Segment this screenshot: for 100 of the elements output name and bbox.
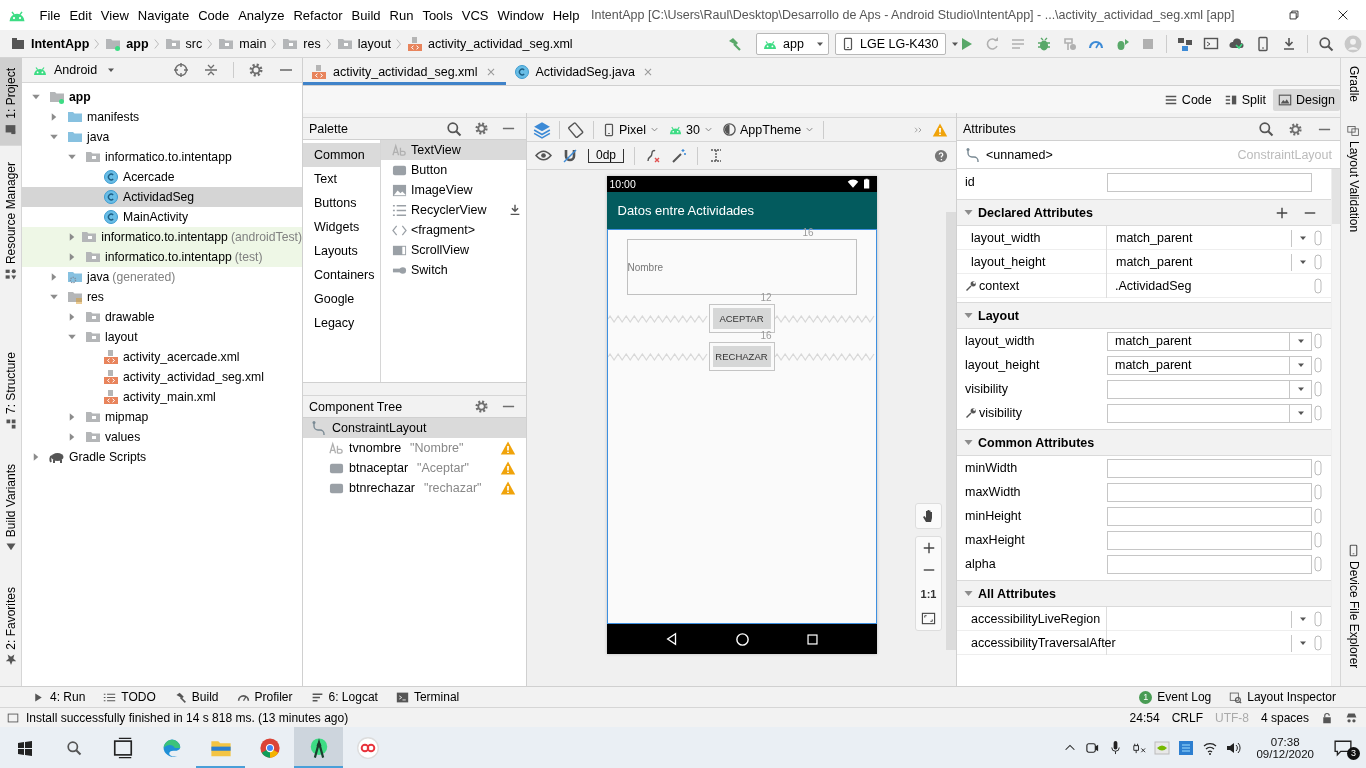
- menu-item[interactable]: Tools: [417, 3, 458, 27]
- value-dropdown[interactable]: match_parent: [1107, 226, 1313, 250]
- dropdown[interactable]: [1107, 379, 1312, 399]
- breadcrumb-item[interactable]: src: [162, 32, 205, 55]
- menu-item[interactable]: File: [35, 3, 65, 27]
- menu-item[interactable]: Help: [548, 3, 584, 27]
- tree-item[interactable]: Gradle Scripts: [22, 447, 302, 467]
- lock-icon[interactable]: [1321, 711, 1333, 724]
- breadcrumb-item[interactable]: activity_actividad_seg.xml: [405, 32, 575, 55]
- input-field[interactable]: [1107, 530, 1312, 550]
- breadcrumb-item[interactable]: app: [103, 32, 151, 55]
- tool-window-tab[interactable]: 2: Favorites: [0, 577, 22, 676]
- tool-window-tab[interactable]: Resource Manager: [0, 151, 22, 291]
- tool-window-button[interactable]: Profiler: [236, 690, 293, 704]
- view-mode-button[interactable]: Design: [1273, 88, 1340, 111]
- camera-icon[interactable]: [1085, 740, 1101, 755]
- warning-icon[interactable]: [500, 480, 516, 496]
- tool-window-tab[interactable]: 1: Project: [0, 58, 22, 146]
- status-message[interactable]: Install successfully finished in 14 s 818 ms. (13 minutes ago): [26, 710, 349, 725]
- close-icon[interactable]: [1336, 8, 1350, 22]
- section-header[interactable]: All Attributes: [957, 580, 1331, 607]
- clear-constraints-icon[interactable]: [645, 147, 662, 164]
- eye-logo-icon[interactable]: [1154, 739, 1171, 756]
- theme-dropdown[interactable]: AppTheme: [722, 122, 816, 137]
- clock-date[interactable]: 09/12/2020: [1256, 747, 1314, 760]
- settings-icon[interactable]: [1288, 121, 1303, 137]
- default-margin-button[interactable]: 0dp: [588, 148, 625, 163]
- layers-icon[interactable]: [533, 120, 551, 139]
- back-icon[interactable]: [664, 632, 679, 646]
- input-field[interactable]: [1107, 482, 1312, 502]
- breadcrumb-item[interactable]: main: [216, 32, 269, 55]
- settings-icon[interactable]: [248, 62, 264, 78]
- tree-item[interactable]: layout: [22, 327, 302, 347]
- help-icon[interactable]: [934, 148, 948, 163]
- tree-item[interactable]: manifests: [22, 107, 302, 127]
- menu-item[interactable]: Build: [347, 3, 385, 27]
- restore-icon[interactable]: [1287, 8, 1301, 22]
- tree-item[interactable]: ActividadSeg: [22, 187, 302, 207]
- api-level-dropdown[interactable]: 30: [668, 122, 714, 137]
- settings-icon[interactable]: [474, 399, 489, 414]
- palette-item[interactable]: <fragment>: [381, 220, 526, 240]
- tool-window-tab[interactable]: Device File Explorer: [1341, 539, 1366, 672]
- tree-item[interactable]: btnaceptar "Aceptar": [303, 458, 526, 478]
- orientation-icon[interactable]: [568, 121, 585, 138]
- tree-item[interactable]: informatico.to.intentapp (test): [22, 247, 302, 267]
- menu-item[interactable]: Window: [492, 3, 549, 27]
- tree-item[interactable]: informatico.to.intentapp (androidTest): [22, 227, 302, 247]
- input-field[interactable]: [1107, 458, 1312, 478]
- view-mode-button[interactable]: Split: [1218, 88, 1272, 111]
- dropdown[interactable]: match_parent: [1107, 331, 1312, 351]
- value-dropdown[interactable]: match_parent: [1107, 250, 1313, 274]
- palette-item[interactable]: RecyclerView: [381, 200, 526, 220]
- eye-icon[interactable]: [535, 147, 552, 164]
- palette-category[interactable]: Layouts: [303, 239, 380, 263]
- menu-item[interactable]: Navigate: [133, 3, 194, 27]
- tree-item[interactable]: mipmap: [22, 407, 302, 427]
- tool-window-tab[interactable]: 7: Structure: [0, 342, 22, 441]
- tree-item[interactable]: java (generated): [22, 267, 302, 287]
- palette-item[interactable]: Switch: [381, 260, 526, 280]
- locate-icon[interactable]: [173, 62, 189, 78]
- warning-icon[interactable]: [500, 440, 516, 456]
- tool-window-tab[interactable]: Gradle: [1341, 62, 1366, 107]
- palette-category[interactable]: Text: [303, 167, 380, 191]
- tool-window-button[interactable]: Build: [173, 690, 219, 704]
- palette-item[interactable]: ImageView: [381, 180, 526, 200]
- text-view[interactable]: Nombre: [626, 239, 857, 295]
- tree-item[interactable]: activity_actividad_seg.xml: [22, 367, 302, 387]
- scrollbar-thumb[interactable]: [1332, 169, 1340, 224]
- palette-category[interactable]: Google: [303, 287, 380, 311]
- rerun-icon[interactable]: [984, 35, 1000, 52]
- input-field[interactable]: [1107, 554, 1312, 574]
- tree-item[interactable]: Acercade: [22, 167, 302, 187]
- tree-item[interactable]: java: [22, 127, 302, 147]
- debug-icon[interactable]: [1036, 35, 1052, 52]
- tree-item[interactable]: MainActivity: [22, 207, 302, 227]
- warning-icon[interactable]: [500, 460, 516, 476]
- editor-tab[interactable]: ActividadSeg.java: [505, 58, 663, 85]
- zoom-to-fit-icon[interactable]: [921, 611, 936, 626]
- palette-category[interactable]: Containers: [303, 263, 380, 287]
- search-icon[interactable]: [446, 120, 462, 137]
- search-icon[interactable]: [1258, 121, 1274, 137]
- add-icon[interactable]: [1275, 205, 1289, 220]
- tool-window-button[interactable]: Terminal: [395, 690, 460, 704]
- tool-window-button[interactable]: Layout Inspector: [1229, 690, 1336, 704]
- collapse-all-icon[interactable]: [203, 62, 219, 78]
- tree-item[interactable]: drawable: [22, 307, 302, 327]
- dropdown[interactable]: [1107, 403, 1312, 423]
- clock-time[interactable]: 07:38: [1270, 735, 1300, 748]
- tree-item[interactable]: informatico.to.intentapp: [22, 147, 302, 167]
- actual-size-button[interactable]: 1:1: [920, 585, 937, 603]
- palette-category[interactable]: Widgets: [303, 215, 380, 239]
- tree-item[interactable]: tvnombre "Nombre": [303, 438, 526, 458]
- run-config-dropdown[interactable]: app: [756, 32, 829, 55]
- settings-icon[interactable]: [474, 121, 489, 136]
- app-icon[interactable]: [1178, 739, 1195, 756]
- section-header[interactable]: Layout: [957, 302, 1331, 329]
- tool-window-button[interactable]: TODO: [103, 690, 156, 704]
- menu-item[interactable]: VCS: [457, 3, 493, 27]
- input-field[interactable]: [1107, 172, 1312, 192]
- breadcrumb-item[interactable]: layout: [334, 32, 394, 55]
